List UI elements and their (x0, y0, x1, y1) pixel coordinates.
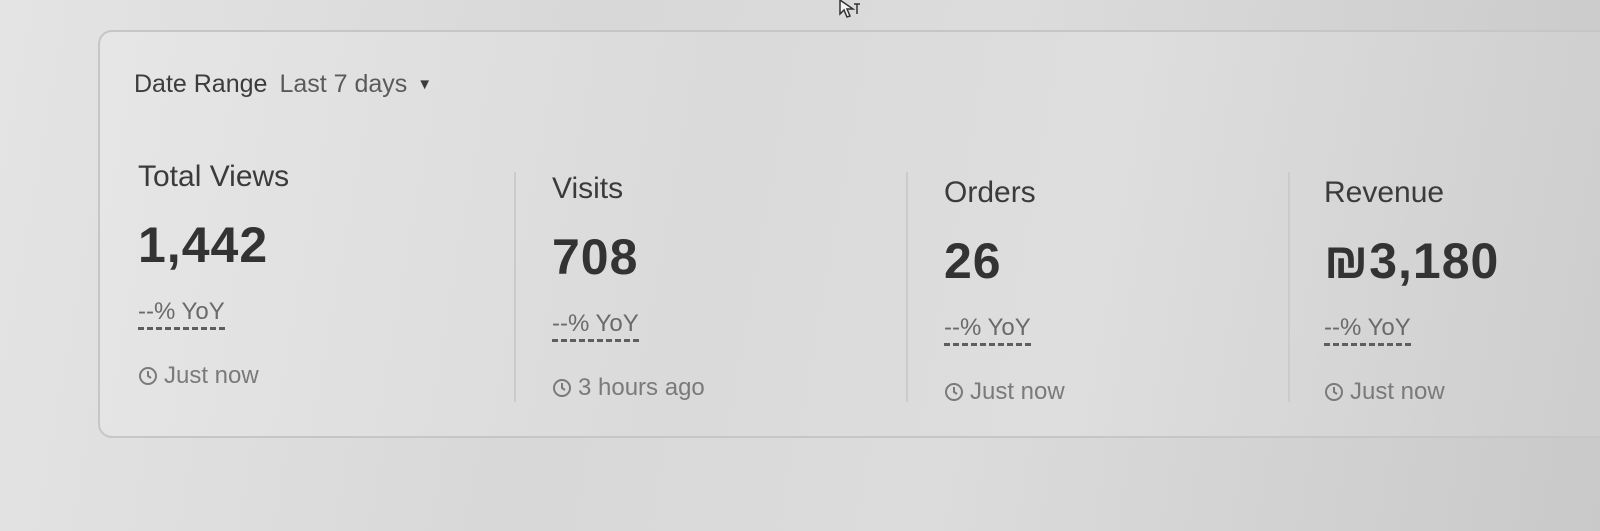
metric-yoy[interactable]: --% YoY (1324, 314, 1411, 346)
metric-yoy[interactable]: --% YoY (138, 298, 225, 330)
metric-updated: 3 hours ago (552, 374, 705, 402)
metric-total-views: Total Views 1,442 --% YoY Just now (138, 160, 289, 400)
date-range-selector[interactable]: Date Range Last 7 days ▼ (134, 70, 432, 99)
metric-visits: Visits 708 --% YoY 3 hours ago (552, 172, 705, 412)
mouse-pointer-icon (839, 0, 860, 18)
clock-icon (139, 367, 157, 385)
metric-updated: Just now (138, 362, 289, 390)
metric-title: Total Views (138, 160, 290, 193)
metric-updated-text: Just now (1350, 378, 1445, 405)
metric-updated-text: 3 hours ago (578, 374, 705, 401)
clock-icon (945, 383, 963, 401)
clock-icon (553, 379, 571, 397)
metric-value: 1,442 (138, 217, 269, 273)
metric-title: Orders (944, 176, 1036, 209)
stats-card: Date Range Last 7 days ▼ Total Views 1,4… (98, 30, 1600, 438)
metric-value: ₪3,180 (1324, 233, 1500, 289)
caret-down-icon[interactable]: ▼ (417, 76, 432, 93)
metric-updated-text: Just now (164, 362, 259, 389)
metric-updated-text: Just now (970, 378, 1065, 405)
date-range-value[interactable]: Last 7 days (279, 70, 407, 99)
metric-revenue: Revenue ₪3,180 --% YoY Just now (1324, 176, 1499, 416)
metric-yoy[interactable]: --% YoY (944, 314, 1031, 346)
metric-updated: Just now (1324, 378, 1499, 406)
metric-value: 708 (552, 229, 639, 285)
metric-title: Visits (552, 172, 624, 205)
metric-orders: Orders 26 --% YoY Just now (944, 176, 1065, 416)
metric-updated: Just now (944, 378, 1065, 406)
metric-title: Revenue (1324, 176, 1445, 209)
metric-divider (514, 172, 516, 402)
metric-yoy[interactable]: --% YoY (552, 310, 639, 342)
metric-divider (906, 172, 908, 402)
metric-value: 26 (944, 233, 1002, 289)
clock-icon (1325, 383, 1343, 401)
metric-divider (1288, 172, 1290, 402)
date-range-label: Date Range (134, 70, 268, 98)
